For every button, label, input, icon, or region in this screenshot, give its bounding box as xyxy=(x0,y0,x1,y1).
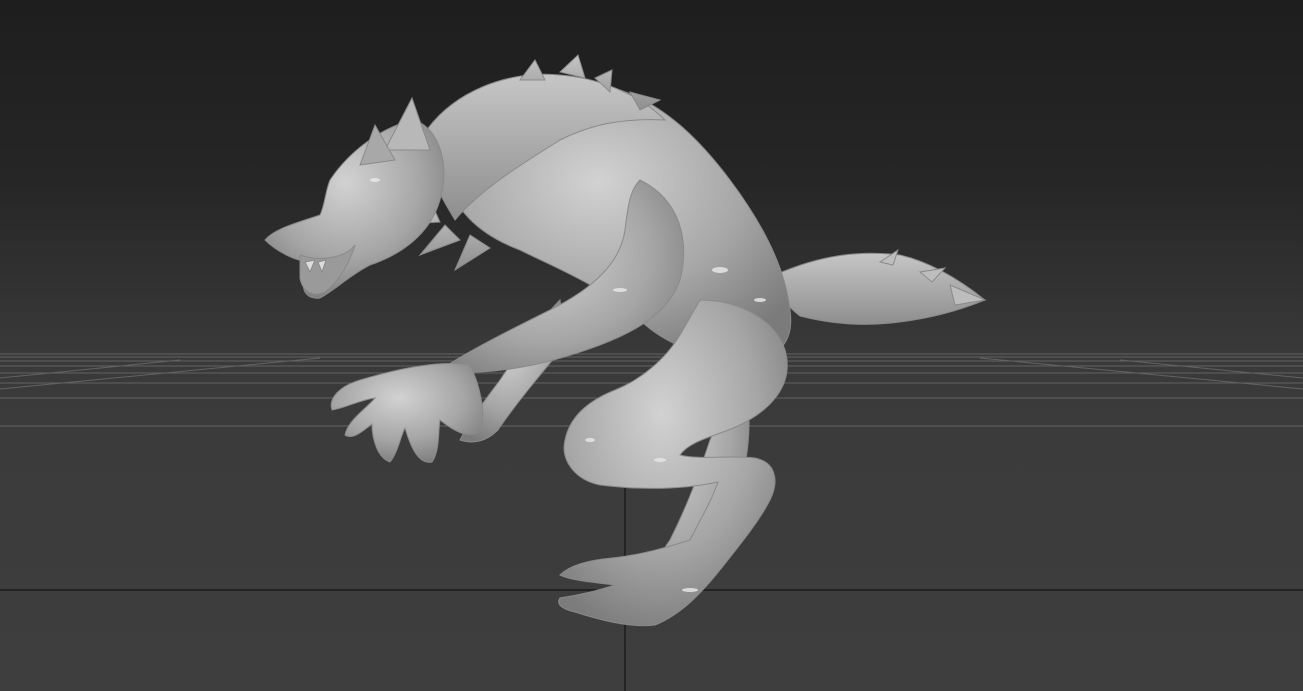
hind-leg-near xyxy=(558,299,788,627)
hand-claws xyxy=(330,363,484,463)
3d-viewport[interactable] xyxy=(0,0,1303,691)
viewport-scene[interactable] xyxy=(0,0,1303,691)
